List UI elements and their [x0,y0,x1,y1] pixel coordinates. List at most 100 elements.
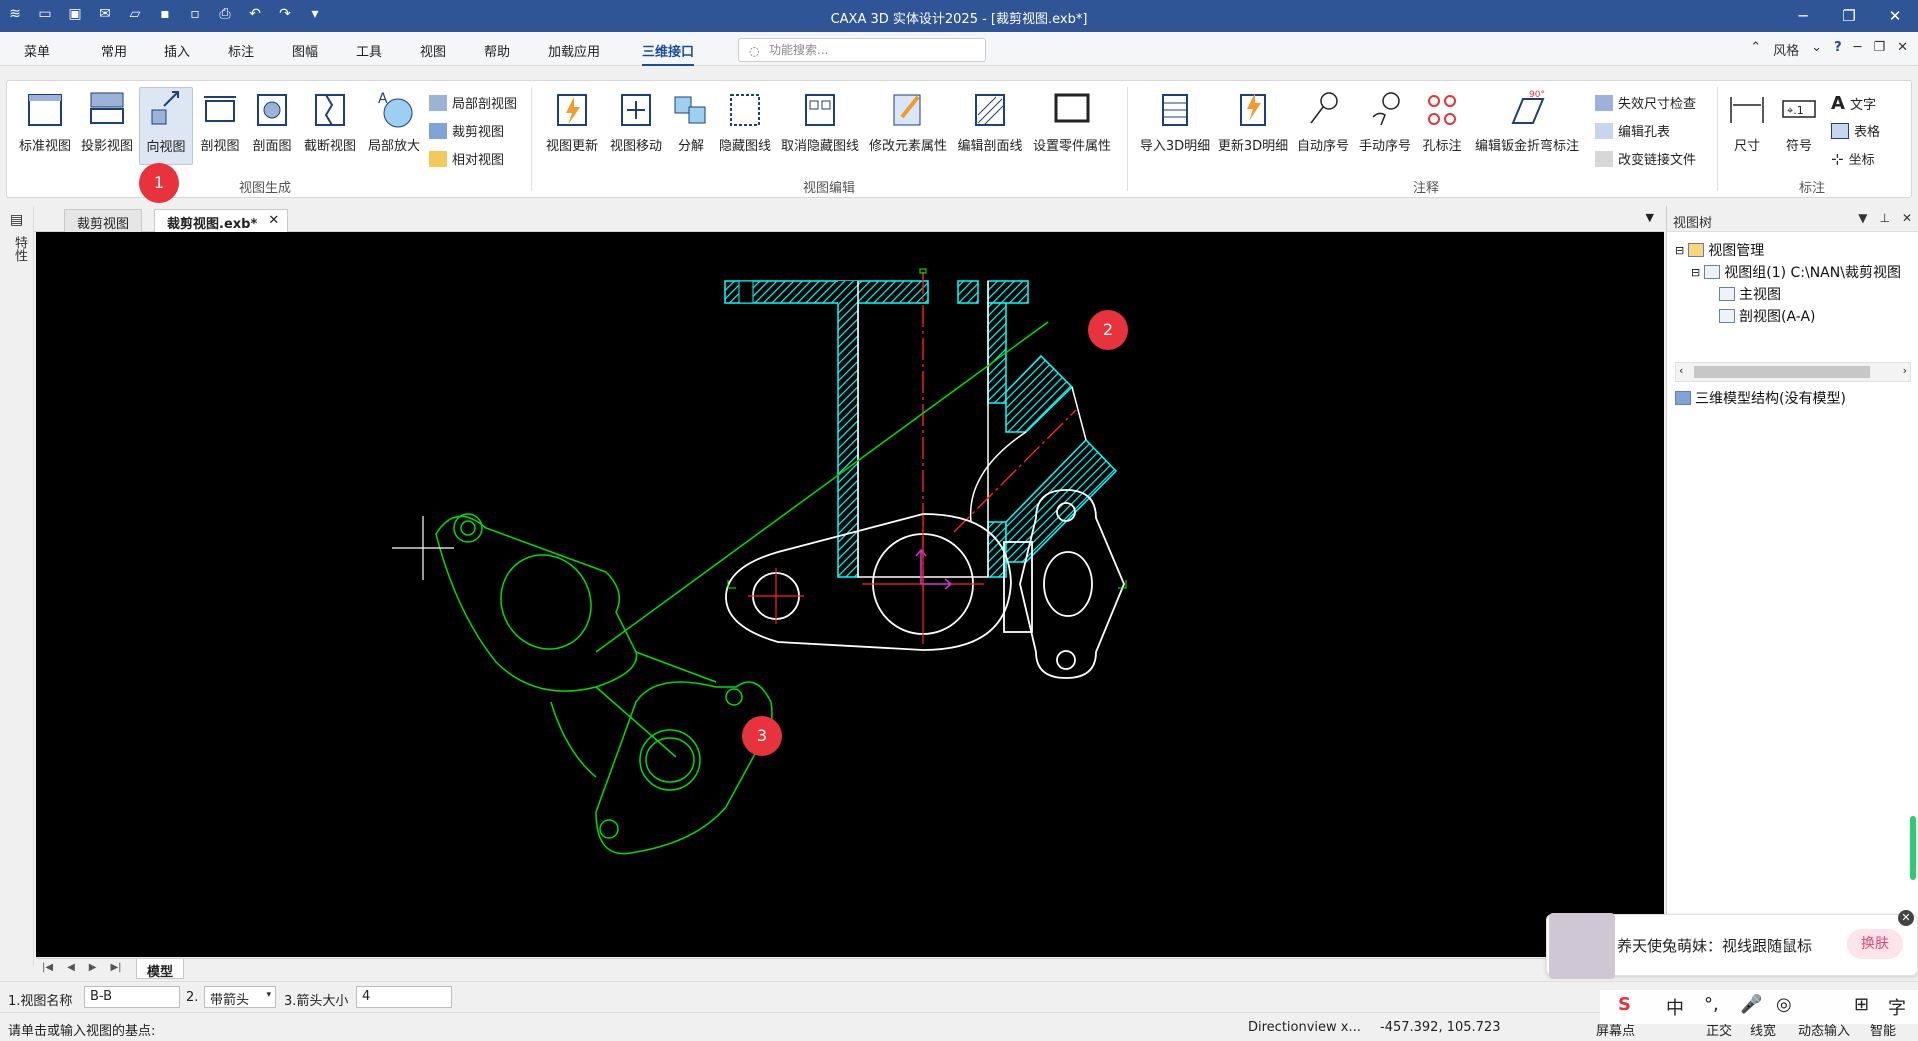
first-sheet-icon[interactable]: |◀ [42,962,53,973]
tab-help[interactable]: 帮助 [484,41,510,60]
tree-node-view-management[interactable]: ⊟ 视图管理 [1675,240,1764,260]
change-link-file-button[interactable]: 改变链接文件 [1595,149,1696,168]
ime-punctuation[interactable]: °, [1704,994,1719,1015]
update-3d-bom-button[interactable]: 更新3D明细 [1215,87,1291,165]
help-icon[interactable]: ? [1834,40,1842,59]
explode-button[interactable]: 分解 [669,87,713,165]
pin-icon[interactable]: ⊥ [1879,211,1889,225]
collapse-icon[interactable]: ⊟ [1691,266,1700,279]
close-button[interactable]: ✕ [1872,0,1918,32]
style-menu[interactable]: 风格 [1773,40,1799,59]
sheet-tab-model[interactable]: 模型 [136,959,185,980]
maximize-button[interactable]: ❐ [1826,0,1872,32]
doc-tab-crop-view[interactable]: 裁剪视图 [64,209,143,232]
drawing-canvas[interactable]: 2 3 [36,232,1664,957]
tree-node-3d-model-structure[interactable]: 三维模型结构(没有模型) [1675,388,1846,408]
style-dropdown-icon[interactable]: ⌄ [1811,40,1822,59]
edit-hole-table-button[interactable]: 编辑孔表 [1595,121,1670,140]
tab-3d-interface[interactable]: 三维接口 [642,41,695,66]
doc-minimize-icon[interactable]: ─ [1854,40,1862,59]
tab-annotate[interactable]: 标注 [228,41,254,60]
modify-element-button[interactable]: 修改元素属性 [865,87,951,165]
edit-hatch-button[interactable]: 编辑剖面线 [953,87,1027,165]
unhide-lines-button[interactable]: 取消隐藏图线 [777,87,863,165]
ime-chars-icon[interactable]: 字 [1888,994,1906,1020]
lightbulb-icon: ◌ [749,44,760,58]
tab-load-apps[interactable]: 加载应用 [548,41,600,60]
import-3d-bom-button[interactable]: 导入3D明细 [1137,87,1213,165]
tab-insert[interactable]: 插入 [164,41,190,60]
tabs-dropdown-icon[interactable]: ▼ [1646,211,1654,224]
crop-view-button[interactable]: 裁剪视图 [429,121,504,140]
function-search-input[interactable]: ◌ 功能搜索... [738,38,986,62]
doc-tab-crop-view-exb[interactable]: 裁剪视图.exb* ✕ [154,209,289,232]
panel-close-icon[interactable]: ✕ [1902,211,1912,225]
hole-annotation-button[interactable]: 孔标注 [1417,87,1467,165]
properties-tab[interactable]: 特性 [10,236,29,262]
ime-toolbox-icon[interactable]: ⊞ [1854,994,1869,1015]
last-sheet-icon[interactable]: ▶| [110,962,121,973]
ime-emoji-icon[interactable]: ◎ [1776,994,1792,1015]
tree-node-section-view[interactable]: 剖视图(A-A) [1719,306,1816,326]
doc-restore-icon[interactable]: ❐ [1873,40,1885,59]
text-button[interactable]: A 文字 [1831,93,1876,114]
title-bar: ≋ ▭ ▣ ✉ ▱ ▪ ▫ ⎙ ↶ ↷ ▾ CAXA 3D 实体设计2025 -… [0,0,1918,32]
section-view-button[interactable]: 剖视图 [195,87,245,165]
symbol-button[interactable]: ⌖.1 符号 [1777,87,1821,165]
next-sheet-icon[interactable]: ▶ [89,962,97,973]
arrow-option-select[interactable]: 带箭头 ▾ [204,986,276,1008]
view-move-button[interactable]: 视图移动 [605,87,667,165]
table-button[interactable]: 表格 [1831,121,1880,140]
view-update-button[interactable]: 视图更新 [541,87,603,165]
tab-menu[interactable]: 菜单 [24,41,50,60]
properties-side-strip: ▤ 特性 [0,206,34,966]
standard-view-button[interactable]: 标准视图 [15,87,75,165]
detail-view-button[interactable]: A 局部放大 [363,87,425,165]
invalid-dimension-check-button[interactable]: 失效尺寸检查 [1595,93,1696,112]
local-section-view-button[interactable]: 局部剖视图 [429,93,517,112]
tab-tools[interactable]: 工具 [356,41,382,60]
tab-common[interactable]: 常用 [101,41,127,60]
sheet-fold-annotation-button[interactable]: 90° 编辑钣金折弯标注 [1469,87,1585,165]
section-view-drawing[interactable] [724,268,1118,592]
dimension-icon [1730,97,1764,123]
hide-lines-button[interactable]: 隐藏图线 [715,87,775,165]
auto-sequence-button[interactable]: 自动序号 [1293,87,1353,165]
properties-icon[interactable]: ▤ [10,212,23,228]
minimize-button[interactable]: ─ [1780,0,1826,32]
hide-lines-icon [730,94,760,126]
tab-frame[interactable]: 图幅 [292,41,318,60]
direction-view-button[interactable]: 向视图 [139,87,193,165]
prev-sheet-icon[interactable]: ◀ [67,962,75,973]
vertical-scroll-indicator[interactable] [1910,816,1916,880]
tree-node-main-view[interactable]: 主视图 [1719,284,1781,304]
ime-logo-icon[interactable]: S [1618,994,1631,1015]
arrow-size-input[interactable]: 4 [356,986,452,1008]
view-name-input[interactable]: B-B [84,986,180,1008]
close-tab-icon[interactable]: ✕ [268,213,279,228]
collapse-icon[interactable]: ⊟ [1675,244,1684,257]
change-skin-button[interactable]: 换肤 [1847,929,1903,959]
projection-view-button[interactable]: 投影视图 [77,87,137,165]
broken-view-button[interactable]: 截断视图 [299,87,361,165]
collapse-ribbon-icon[interactable]: ⌃ [1750,40,1761,59]
scroll-left-icon[interactable]: ‹ [1679,364,1683,377]
ime-voice-icon[interactable]: 🎤 [1740,994,1762,1015]
edit-hatch-icon [975,94,1005,126]
doc-close-icon[interactable]: ✕ [1897,40,1908,59]
ime-popup-close-icon[interactable]: ✕ [1898,910,1914,926]
manual-sequence-button[interactable]: 手动序号 [1355,87,1415,165]
dimension-button[interactable]: 尺寸 [1725,87,1769,165]
panel-menu-icon[interactable]: ▼ [1858,211,1867,225]
part-properties-button[interactable]: 设置零件属性 [1029,87,1115,165]
scroll-right-icon[interactable]: › [1903,364,1907,377]
part-properties-icon [1054,93,1090,123]
tab-view[interactable]: 视图 [420,41,446,60]
scrollbar-thumb[interactable] [1694,366,1870,378]
tree-node-view-group[interactable]: ⊟ 视图组(1) C:\NAN\裁剪视图 [1691,262,1901,282]
cut-view-button[interactable]: 剖面图 [247,87,297,165]
relative-view-button[interactable]: 相对视图 [429,149,504,168]
tree-horizontal-scrollbar[interactable]: ‹ › [1675,362,1911,382]
ime-mode-chinese[interactable]: 中 [1666,994,1684,1020]
coordinate-button[interactable]: ⊹ 坐标 [1831,149,1875,169]
